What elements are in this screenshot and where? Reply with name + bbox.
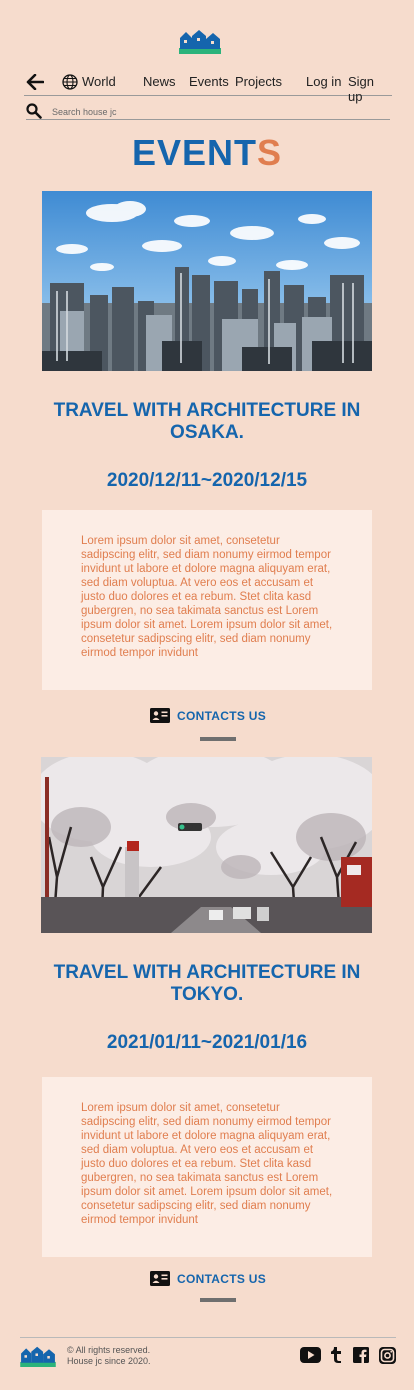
nav-events[interactable]: Events — [189, 74, 229, 89]
nav-signup[interactable]: Sign up — [348, 74, 392, 104]
contact-us-label: CONTACTS US — [177, 1272, 267, 1286]
copyright-line-2: House jc since 2020. — [67, 1356, 151, 1366]
page-title-accent: S — [257, 132, 283, 173]
divider-bar — [200, 1298, 236, 1302]
event-description-card: Lorem ipsum dolor sit amet, consetetur s… — [42, 510, 372, 690]
event-photo-osaka — [42, 191, 372, 371]
back-arrow-icon[interactable] — [26, 74, 44, 90]
nav-projects[interactable]: Projects — [235, 74, 282, 89]
event-photo-tokyo — [41, 757, 372, 933]
nav-world[interactable]: World — [82, 74, 116, 89]
footer-logo[interactable] — [19, 1345, 57, 1367]
contact-card-icon — [150, 708, 170, 723]
event-dates: 2021/01/11~2021/01/16 — [106, 1032, 308, 1053]
site-logo[interactable] — [179, 28, 221, 54]
search-bar — [26, 102, 390, 120]
copyright-line-1: © All rights reserved. — [67, 1345, 151, 1355]
page-title: EVENTS — [0, 132, 414, 174]
nav-news[interactable]: News — [143, 74, 176, 89]
globe-icon — [62, 74, 78, 90]
contact-us-link[interactable]: CONTACTS US — [150, 707, 290, 725]
copyright: © All rights reserved. House jc since 20… — [67, 1345, 151, 1367]
event-description-card: Lorem ipsum dolor sit amet, consetetur s… — [42, 1077, 372, 1257]
search-input[interactable] — [52, 105, 372, 119]
event-description: Lorem ipsum dolor sit amet, consetetur s… — [81, 535, 333, 659]
event-title: TRAVEL WITH ARCHITECTURE IN TOKYO. — [53, 962, 361, 1005]
facebook-icon[interactable] — [353, 1347, 369, 1363]
footer-divider — [20, 1337, 396, 1338]
divider-bar — [200, 737, 236, 741]
youtube-icon[interactable] — [300, 1347, 321, 1363]
page-title-main: EVENT — [131, 132, 257, 173]
top-navigation: World News Events Projects Log in Sign u… — [24, 70, 392, 104]
tumblr-icon[interactable] — [330, 1346, 342, 1364]
nav-login[interactable]: Log in — [306, 74, 341, 89]
search-icon[interactable] — [26, 103, 42, 119]
event-description: Lorem ipsum dolor sit amet, consetetur s… — [81, 1102, 333, 1226]
instagram-icon[interactable] — [379, 1347, 396, 1364]
contact-us-link[interactable]: CONTACTS US — [150, 1270, 290, 1288]
event-dates: 2020/12/11~2020/12/15 — [106, 470, 308, 491]
contact-us-label: CONTACTS US — [177, 709, 267, 723]
event-title: TRAVEL WITH ARCHITECTURE IN OSAKA. — [53, 400, 361, 443]
contact-card-icon — [150, 1271, 170, 1286]
